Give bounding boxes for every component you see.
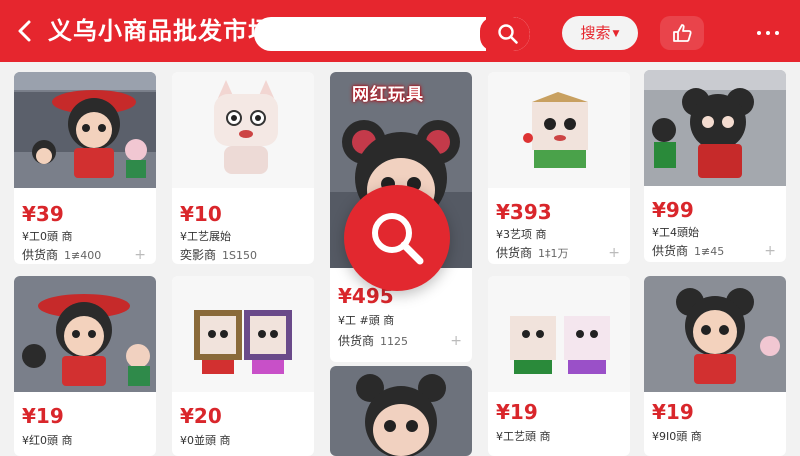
search-button[interactable] — [480, 17, 530, 51]
product-card[interactable]: ¥20 ¥0並頭 商 — [172, 276, 314, 456]
product-image — [172, 72, 314, 188]
add-icon[interactable]: + — [608, 246, 620, 260]
product-spec: ¥工 #頭 商 — [338, 314, 395, 327]
sort-filter-label: 搜索 — [580, 24, 611, 42]
product-card[interactable]: ¥19 ¥工艺頭 商 — [488, 276, 630, 456]
product-spec: ¥红0頭 商 — [22, 434, 73, 447]
product-spec: ¥工艺展始 — [180, 230, 231, 243]
product-price: ¥10 — [180, 202, 222, 226]
product-price: ¥20 — [180, 404, 222, 428]
product-price: ¥19 — [22, 404, 64, 428]
product-spec: ¥9I0頭 商 — [652, 430, 702, 443]
supplier-label: 供货商 — [338, 334, 375, 348]
page-title: 义乌小商品批发市场 — [48, 17, 273, 45]
sales-count: 1125 — [380, 335, 409, 348]
product-card[interactable]: ¥19 ¥9I0頭 商 — [644, 276, 786, 456]
product-price: ¥39 — [22, 202, 64, 226]
product-image — [488, 276, 630, 392]
back-arrow-icon[interactable] — [14, 18, 38, 44]
supplier-info: 供货商 1125 — [338, 332, 408, 349]
more-dots-icon[interactable] — [748, 16, 788, 50]
top-app-bar: 义乌小商品批发市场 搜索 ▼ — [0, 0, 800, 62]
search-input[interactable] — [254, 17, 490, 51]
product-price: ¥393 — [496, 200, 552, 224]
sales-count: 1‡1万 — [538, 247, 569, 260]
sales-count: 1S150 — [222, 249, 257, 262]
product-image — [14, 72, 156, 188]
product-spec: ¥0並頭 商 — [180, 434, 231, 447]
hot-toy-banner: 网红玩具 — [352, 85, 424, 105]
product-card[interactable]: ¥39 ¥工0頭 商 供货商 1≢400 + — [14, 72, 156, 264]
product-spec: ¥工0頭 商 — [22, 230, 73, 243]
product-price: ¥99 — [652, 198, 694, 222]
supplier-info: 奕影商 1S150 — [180, 246, 257, 263]
sales-count: 1≢45 — [694, 245, 725, 258]
add-icon[interactable]: + — [450, 334, 462, 348]
product-image — [330, 366, 472, 456]
supplier-info: 供货商 1≢400 — [22, 246, 101, 263]
supplier-info: 供货商 1‡1万 — [496, 244, 569, 261]
product-card[interactable]: ¥99 ¥工4頭始 供货商 1≢45 + — [644, 70, 786, 262]
thumbs-up-button[interactable] — [660, 16, 704, 50]
product-price: ¥19 — [496, 400, 538, 424]
search-bar[interactable] — [254, 17, 530, 51]
sales-count: 1≢400 — [64, 249, 102, 262]
product-card[interactable]: ¥10 ¥工艺展始 奕影商 1S150 — [172, 72, 314, 264]
floating-search-button[interactable] — [344, 185, 450, 291]
search-icon — [372, 213, 424, 265]
add-icon[interactable]: + — [134, 248, 146, 262]
sort-filter-button[interactable]: 搜索 ▼ — [562, 16, 638, 50]
product-spec: ¥工艺頭 商 — [496, 430, 551, 443]
supplier-label: 奕影商 — [180, 248, 217, 262]
product-spec: ¥工4頭始 — [652, 226, 699, 239]
product-image — [644, 276, 786, 392]
caret-down-icon: ▼ — [612, 29, 620, 39]
product-card[interactable]: ¥19 ¥红0頭 商 — [14, 276, 156, 456]
product-spec: ¥3艺项 商 — [496, 228, 547, 241]
product-image — [172, 276, 314, 392]
supplier-label: 供货商 — [22, 248, 59, 262]
product-image — [14, 276, 156, 392]
supplier-label: 供货商 — [652, 244, 689, 258]
thumbs-up-icon — [673, 24, 692, 42]
product-image — [644, 70, 786, 186]
supplier-info: 供货商 1≢45 — [652, 242, 724, 259]
add-icon[interactable]: + — [764, 244, 776, 258]
product-card[interactable] — [330, 366, 472, 456]
supplier-label: 供货商 — [496, 246, 533, 260]
product-image — [488, 72, 630, 188]
search-icon — [498, 24, 518, 44]
product-card[interactable]: ¥393 ¥3艺项 商 供货商 1‡1万 + — [488, 72, 630, 264]
product-price: ¥19 — [652, 400, 694, 424]
